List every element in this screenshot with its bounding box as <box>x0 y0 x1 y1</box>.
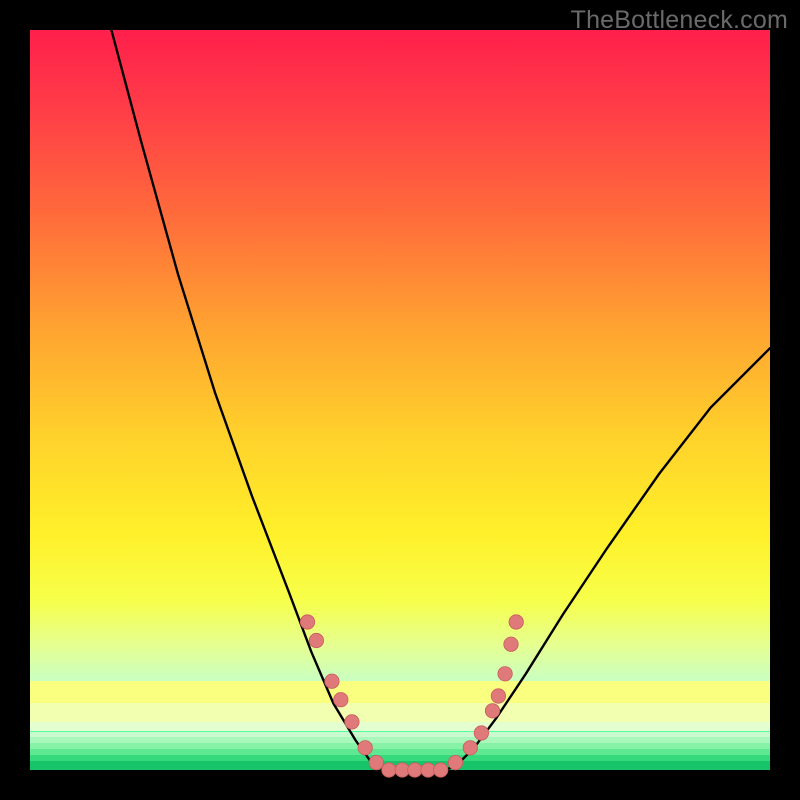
data-markers <box>300 615 523 777</box>
data-marker <box>474 726 488 740</box>
data-marker <box>358 741 372 755</box>
data-marker <box>498 667 512 681</box>
data-marker <box>334 693 348 707</box>
data-marker <box>382 763 396 777</box>
chart-svg <box>30 30 770 770</box>
data-marker <box>325 674 339 688</box>
data-marker <box>448 755 462 769</box>
data-marker <box>504 637 518 651</box>
data-marker <box>485 704 499 718</box>
data-marker <box>369 755 383 769</box>
bottleneck-curve <box>111 30 770 770</box>
data-marker <box>509 615 523 629</box>
plot-area <box>30 30 770 770</box>
watermark-text: TheBottleneck.com <box>571 6 788 35</box>
data-marker <box>309 633 323 647</box>
data-marker <box>491 689 505 703</box>
data-marker <box>463 741 477 755</box>
data-marker <box>434 763 448 777</box>
outer-frame: TheBottleneck.com <box>0 0 800 800</box>
data-marker <box>345 715 359 729</box>
data-marker <box>300 615 314 629</box>
data-marker <box>408 763 422 777</box>
